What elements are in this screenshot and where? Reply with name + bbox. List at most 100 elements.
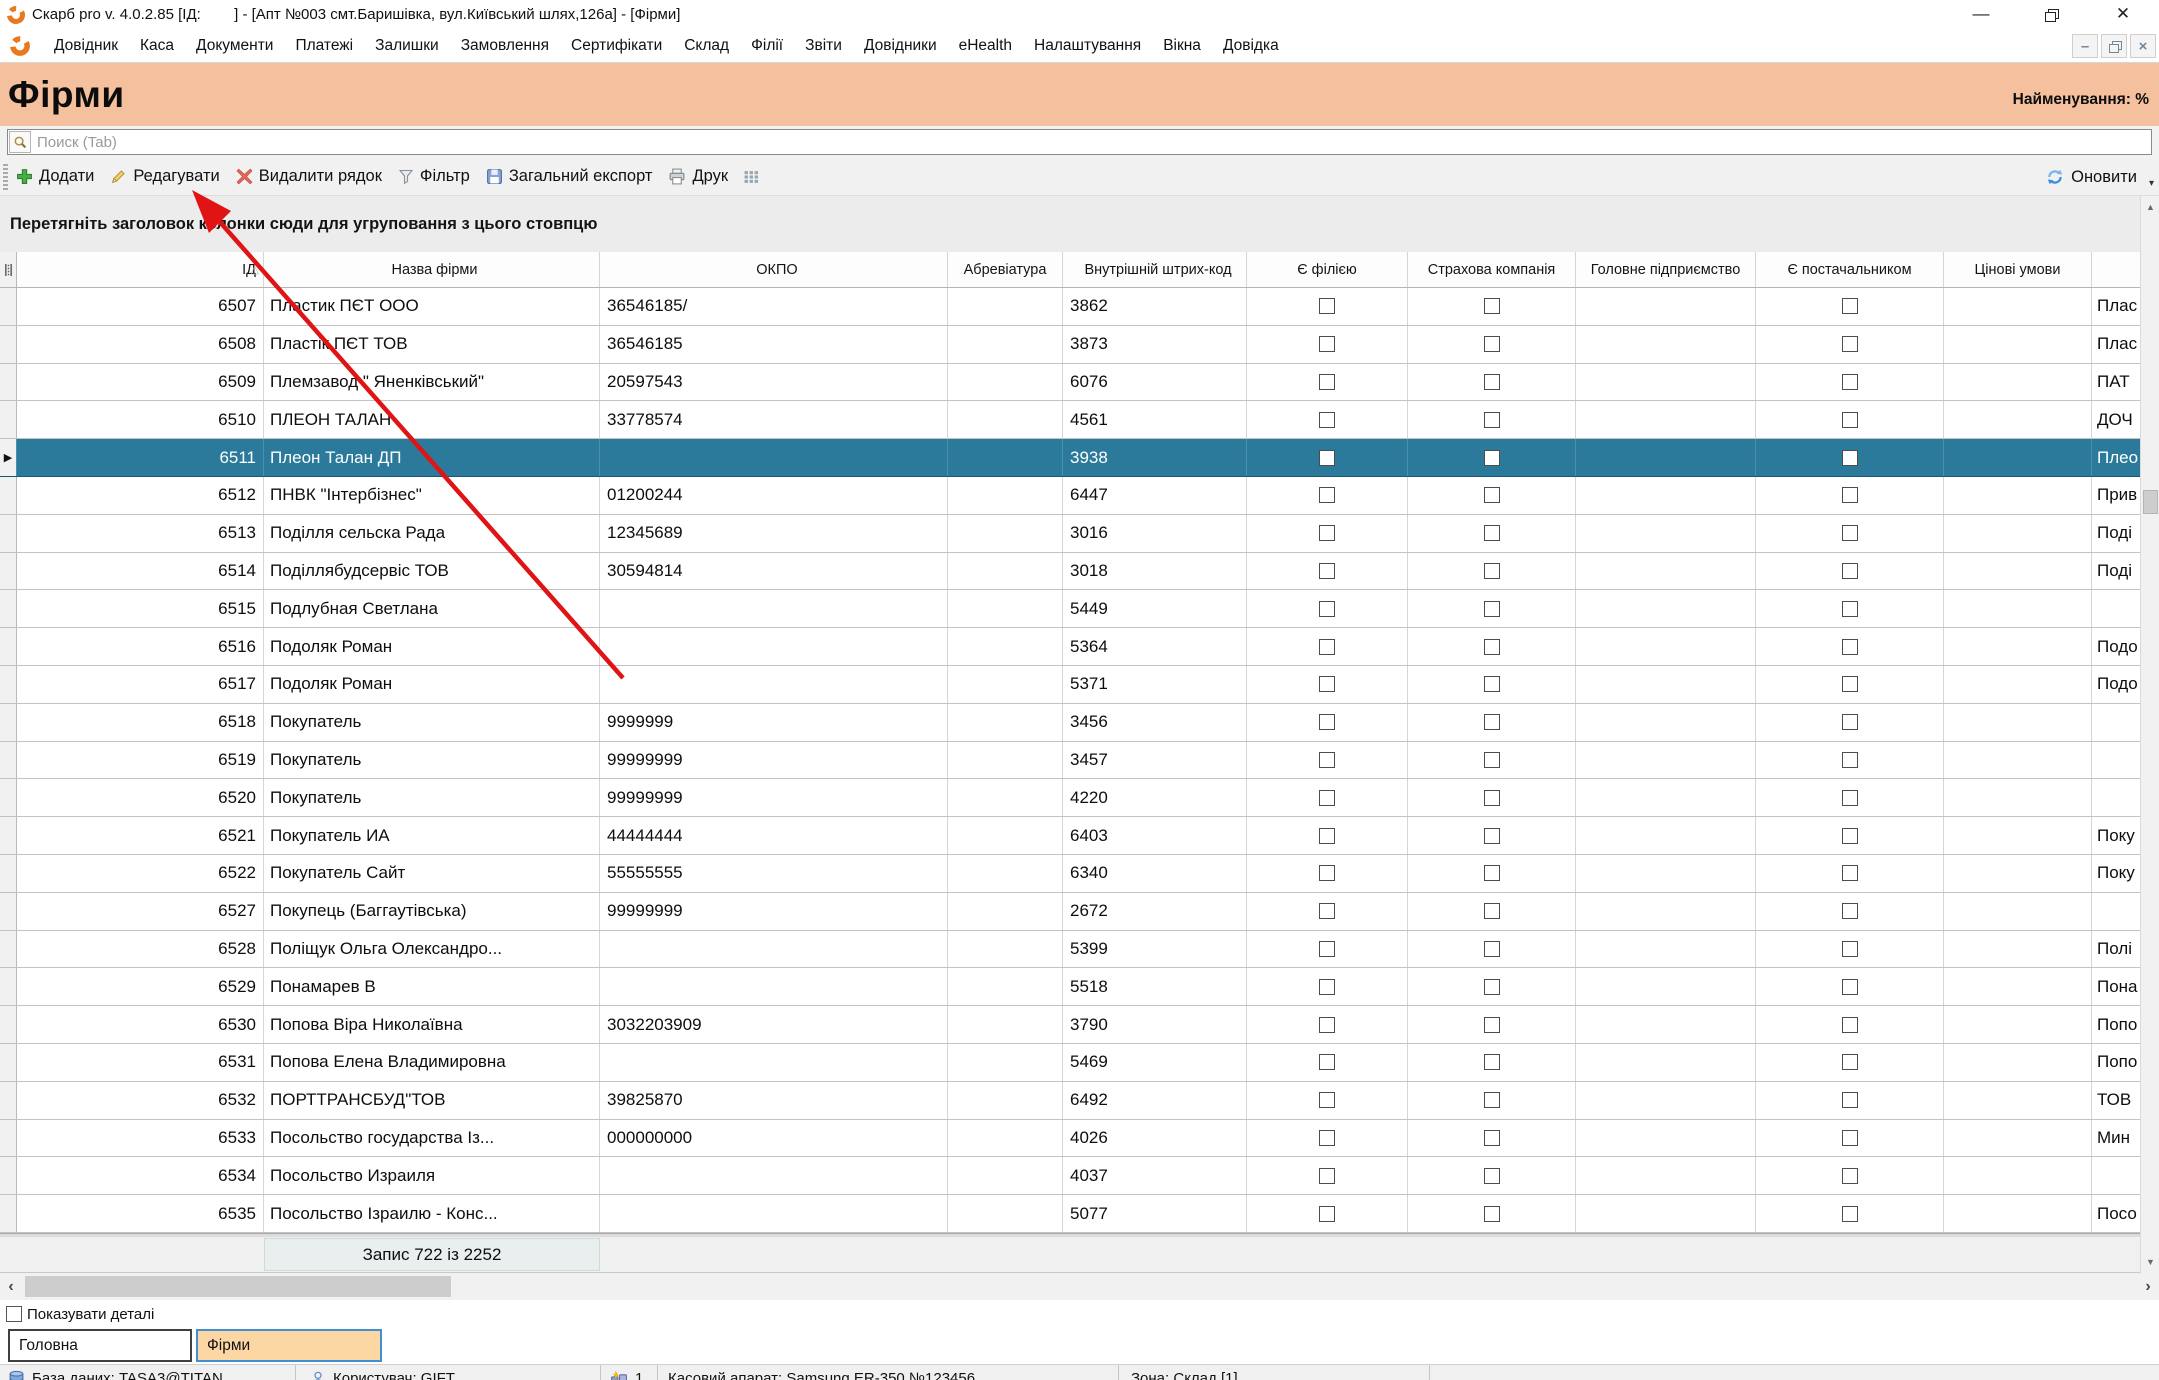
table-row[interactable]: 6521 Покупатель ИА 44444444 6403 Поку — [0, 817, 2140, 855]
table-row[interactable]: 6510 ПЛЕОН ТАЛАН 33778574 4561 ДОЧ — [0, 401, 2140, 439]
is-supplier-checkbox[interactable] — [1842, 828, 1858, 844]
scroll-up-arrow[interactable]: ▲ — [2141, 196, 2159, 218]
insurance-checkbox[interactable] — [1484, 1130, 1500, 1146]
is-supplier-checkbox[interactable] — [1842, 1206, 1858, 1222]
search-input[interactable] — [31, 134, 2151, 151]
menu-item-13[interactable]: Налаштування — [1023, 37, 1152, 55]
menu-item-4[interactable]: Платежі — [284, 37, 364, 55]
insurance-checkbox[interactable] — [1484, 336, 1500, 352]
column-header-barcode[interactable]: Внутрішній штрих-код — [1063, 252, 1247, 287]
is-branch-checkbox[interactable] — [1319, 828, 1335, 844]
menu-item-7[interactable]: Сертифікати — [560, 37, 673, 55]
menu-item-5[interactable]: Залишки — [364, 37, 450, 55]
print-button[interactable]: Друк — [668, 167, 728, 186]
is-branch-checkbox[interactable] — [1319, 487, 1335, 503]
menu-item-11[interactable]: Довідники — [853, 37, 948, 55]
is-supplier-checkbox[interactable] — [1842, 1054, 1858, 1070]
table-row[interactable]: 6518 Покупатель 9999999 3456 — [0, 704, 2140, 742]
menu-item-14[interactable]: Вікна — [1152, 37, 1212, 55]
insurance-checkbox[interactable] — [1484, 1017, 1500, 1033]
table-row[interactable]: 6516 Подоляк Роман 5364 Подо — [0, 628, 2140, 666]
is-supplier-checkbox[interactable] — [1842, 1130, 1858, 1146]
add-button[interactable]: Додати — [16, 167, 94, 186]
is-branch-checkbox[interactable] — [1319, 374, 1335, 390]
is-supplier-checkbox[interactable] — [1842, 676, 1858, 692]
horizontal-scroll-thumb[interactable] — [25, 1276, 451, 1297]
table-row[interactable]: 6532 ПОРТТРАНСБУД"ТОВ 39825870 6492 ТОВ — [0, 1082, 2140, 1120]
is-supplier-checkbox[interactable] — [1842, 601, 1858, 617]
column-header-insurance[interactable]: Страхова компанія — [1408, 252, 1576, 287]
is-branch-checkbox[interactable] — [1319, 1168, 1335, 1184]
insurance-checkbox[interactable] — [1484, 1168, 1500, 1184]
is-branch-checkbox[interactable] — [1319, 752, 1335, 768]
show-details-checkbox[interactable] — [6, 1306, 22, 1322]
menu-item-8[interactable]: Склад — [673, 37, 740, 55]
is-supplier-checkbox[interactable] — [1842, 714, 1858, 730]
menu-item-1[interactable]: Довідник — [43, 37, 129, 55]
is-branch-checkbox[interactable] — [1319, 563, 1335, 579]
table-row[interactable]: ▶ 6511 Плеон Талан ДП 3938 Плео — [0, 439, 2140, 477]
export-button[interactable]: Загальний експорт — [486, 167, 653, 186]
is-branch-checkbox[interactable] — [1319, 1130, 1335, 1146]
is-supplier-checkbox[interactable] — [1842, 1168, 1858, 1184]
insurance-checkbox[interactable] — [1484, 601, 1500, 617]
is-branch-checkbox[interactable] — [1319, 941, 1335, 957]
is-branch-checkbox[interactable] — [1319, 1206, 1335, 1222]
mdi-restore-button[interactable] — [2101, 34, 2127, 58]
column-header-abbreviation[interactable]: Абревіатура — [948, 252, 1063, 287]
mdi-close-button[interactable]: × — [2130, 34, 2156, 58]
is-supplier-checkbox[interactable] — [1842, 450, 1858, 466]
mdi-minimize-button[interactable]: – — [2072, 34, 2098, 58]
menu-item-12[interactable]: eHealth — [948, 37, 1023, 55]
is-branch-checkbox[interactable] — [1319, 336, 1335, 352]
scroll-left-arrow[interactable]: ‹ — [0, 1273, 22, 1300]
table-row[interactable]: 6527 Покупець (Баггаутівська) 99999999 2… — [0, 893, 2140, 931]
insurance-checkbox[interactable] — [1484, 639, 1500, 655]
column-header-is-supplier[interactable]: Є постачальником — [1756, 252, 1944, 287]
is-branch-checkbox[interactable] — [1319, 790, 1335, 806]
edit-button[interactable]: Редагувати — [110, 167, 219, 186]
scroll-down-arrow[interactable]: ▼ — [2141, 1251, 2159, 1273]
is-branch-checkbox[interactable] — [1319, 1017, 1335, 1033]
is-supplier-checkbox[interactable] — [1842, 487, 1858, 503]
table-row[interactable]: 6528 Поліщук Ольга Олександро... 5399 По… — [0, 931, 2140, 969]
refresh-button[interactable]: Оновити — [2046, 158, 2137, 196]
table-row[interactable]: 6508 Пластік ПЄТ ТОВ 36546185 3873 Плас — [0, 326, 2140, 364]
table-row[interactable]: 6507 Пластик ПЄТ ООО 36546185/ 3862 Плас — [0, 288, 2140, 326]
is-branch-checkbox[interactable] — [1319, 412, 1335, 428]
table-row[interactable]: 6513 Поділля сельска Рада 12345689 3016 … — [0, 515, 2140, 553]
insurance-checkbox[interactable] — [1484, 865, 1500, 881]
column-chooser-icon[interactable] — [744, 169, 759, 185]
tab-main[interactable]: Головна — [8, 1329, 192, 1362]
insurance-checkbox[interactable] — [1484, 979, 1500, 995]
minimize-button[interactable]: — — [1958, 0, 2004, 28]
menu-item-10[interactable]: Звіти — [794, 37, 853, 55]
insurance-checkbox[interactable] — [1484, 1054, 1500, 1070]
table-row[interactable]: 6509 Племзавод " Яненківський" 20597543 … — [0, 364, 2140, 402]
is-supplier-checkbox[interactable] — [1842, 1017, 1858, 1033]
group-by-zone[interactable]: Перетягніть заголовок колонки сюди для у… — [0, 196, 2159, 252]
is-supplier-checkbox[interactable] — [1842, 979, 1858, 995]
is-supplier-checkbox[interactable] — [1842, 752, 1858, 768]
is-supplier-checkbox[interactable] — [1842, 790, 1858, 806]
column-header-name[interactable]: Назва фірми — [264, 252, 600, 287]
insurance-checkbox[interactable] — [1484, 563, 1500, 579]
table-row[interactable]: 6519 Покупатель 99999999 3457 — [0, 742, 2140, 780]
close-button[interactable]: ✕ — [2100, 0, 2146, 28]
table-row[interactable]: 6535 Посольство Ізраилю - Конс... 5077 П… — [0, 1195, 2140, 1233]
is-branch-checkbox[interactable] — [1319, 979, 1335, 995]
insurance-checkbox[interactable] — [1484, 828, 1500, 844]
insurance-checkbox[interactable] — [1484, 412, 1500, 428]
is-branch-checkbox[interactable] — [1319, 903, 1335, 919]
is-branch-checkbox[interactable] — [1319, 1054, 1335, 1070]
is-supplier-checkbox[interactable] — [1842, 865, 1858, 881]
insurance-checkbox[interactable] — [1484, 1206, 1500, 1222]
is-supplier-checkbox[interactable] — [1842, 563, 1858, 579]
delete-row-button[interactable]: Видалити рядок — [236, 167, 382, 186]
table-row[interactable]: 6514 Поділлябудсервіс ТОВ 30594814 3018 … — [0, 553, 2140, 591]
column-header-main-company[interactable]: Головне підприємство — [1576, 252, 1756, 287]
table-row[interactable]: 6534 Посольство Израиля 4037 — [0, 1157, 2140, 1195]
tab-firms[interactable]: Фірми — [196, 1329, 382, 1362]
table-row[interactable]: 6529 Понамарев В 5518 Пона — [0, 968, 2140, 1006]
is-branch-checkbox[interactable] — [1319, 1092, 1335, 1108]
